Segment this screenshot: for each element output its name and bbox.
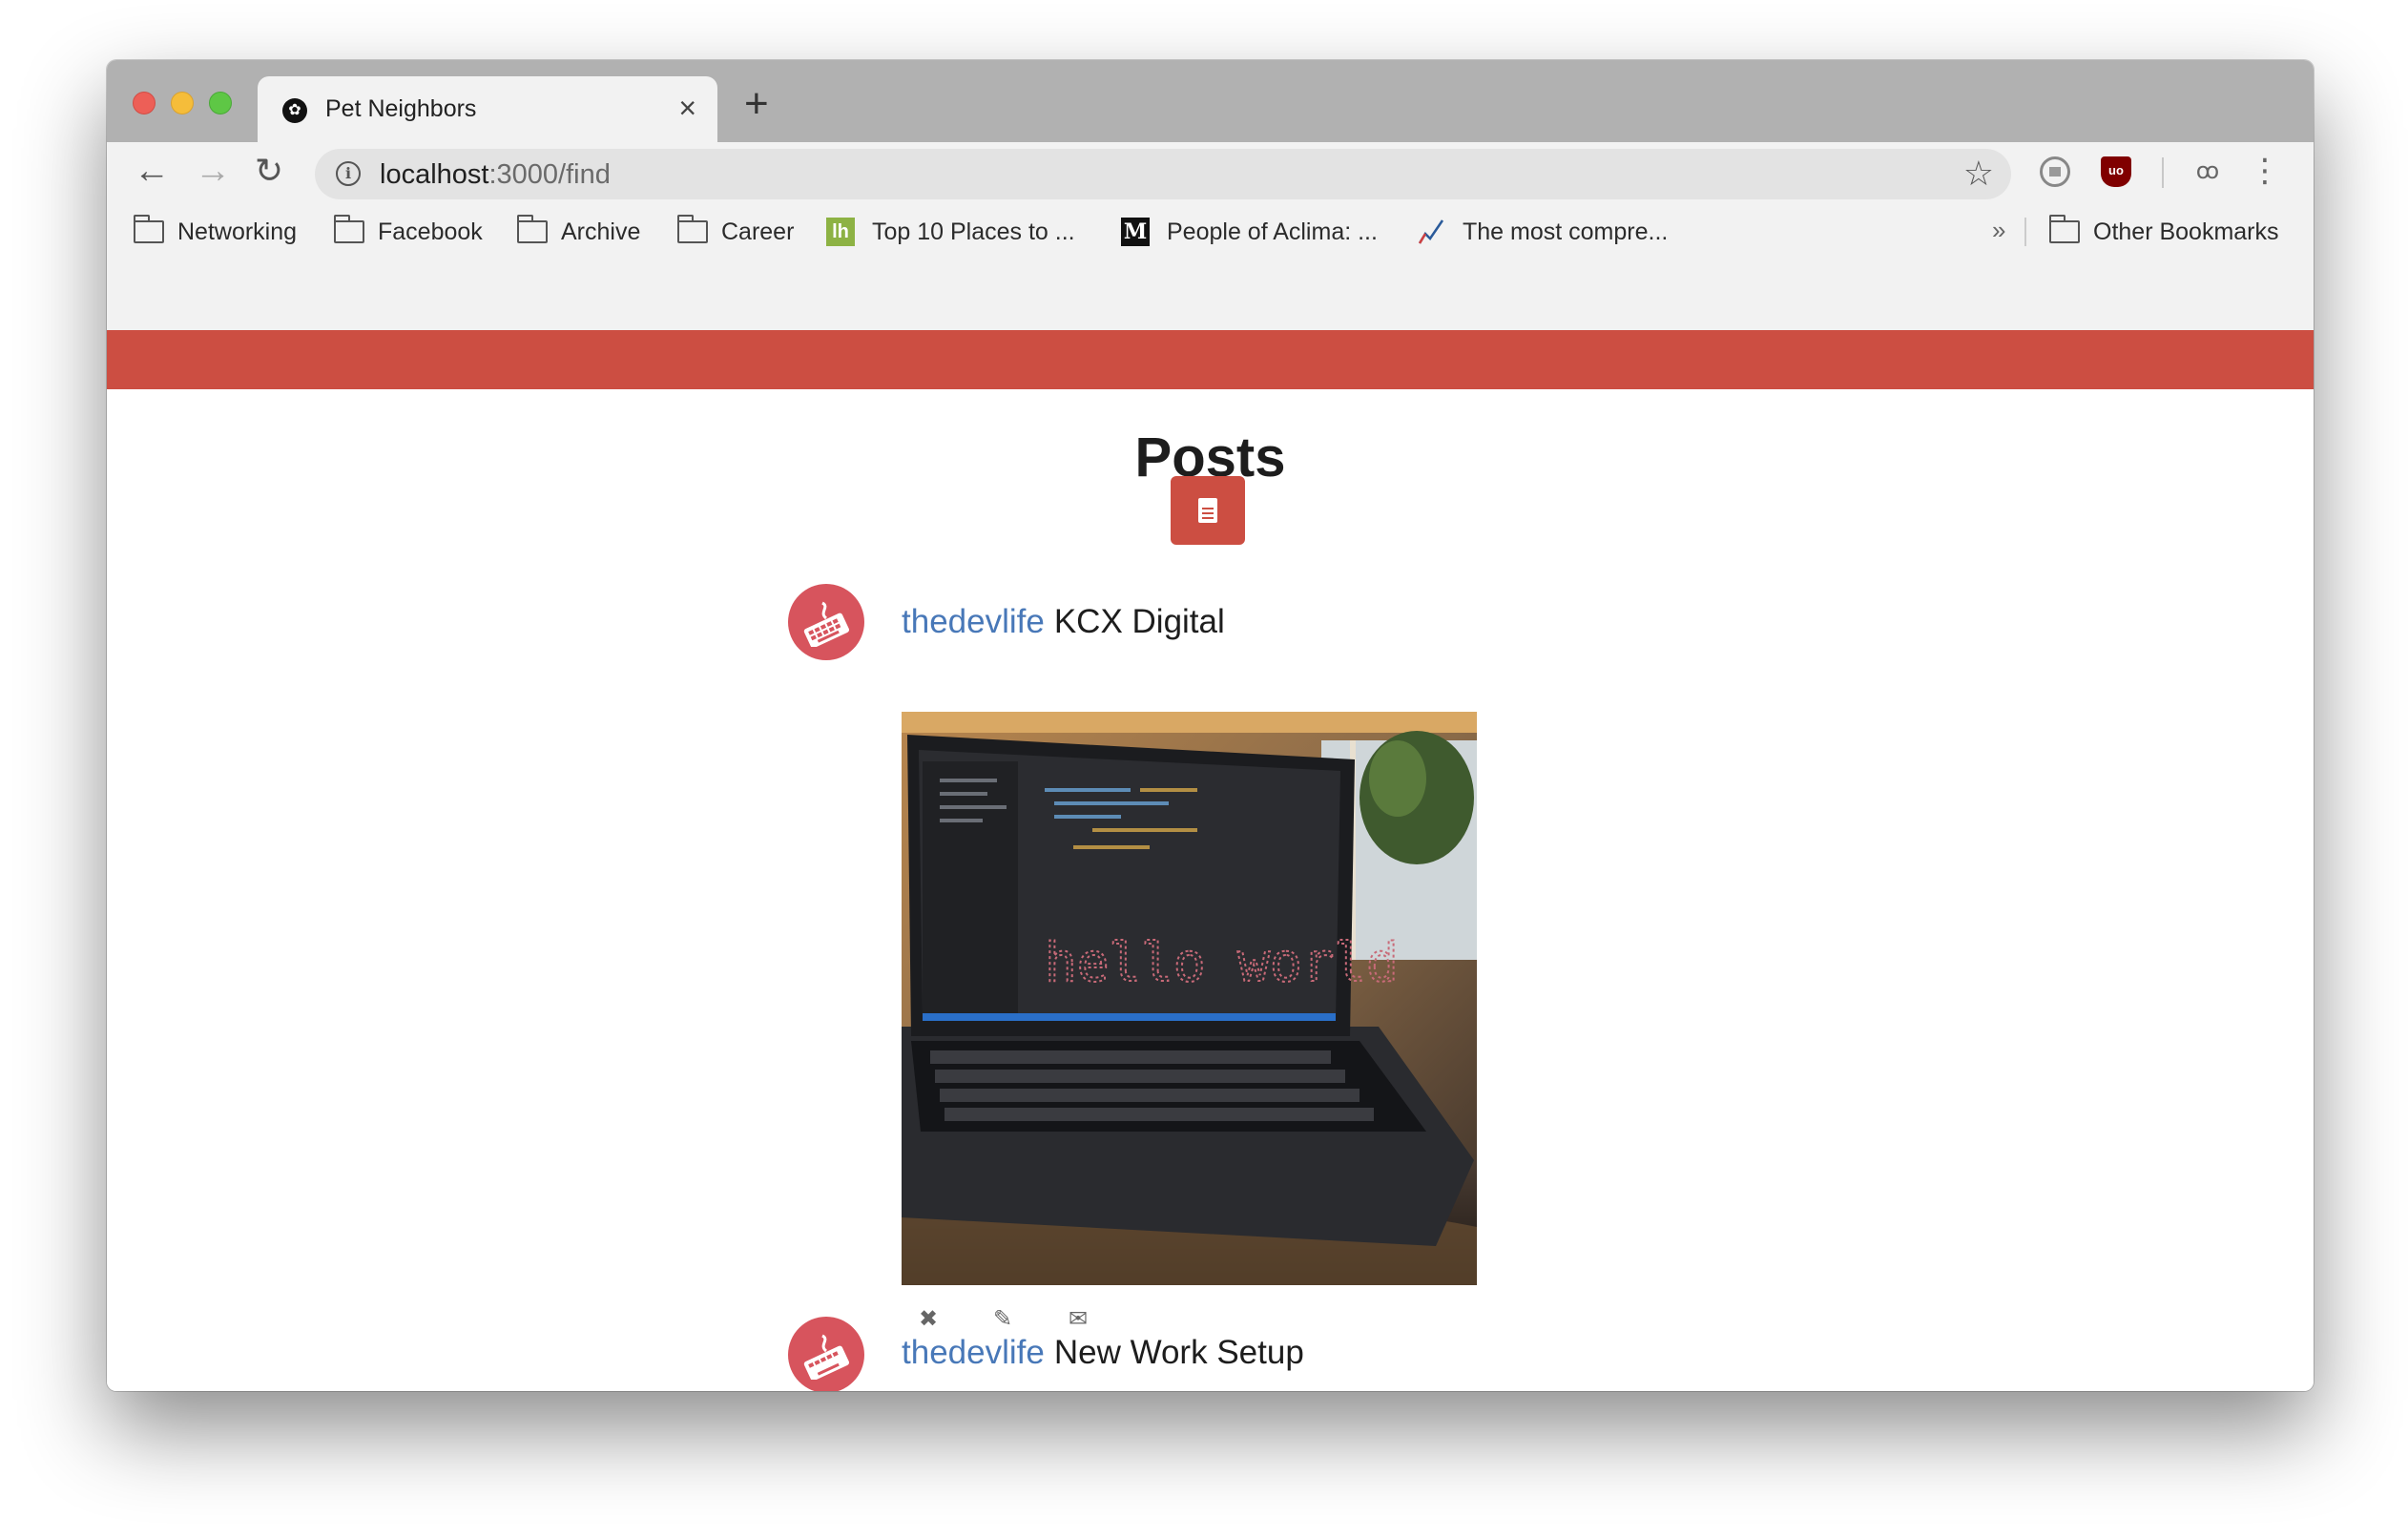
keyboard-icon — [803, 1334, 850, 1380]
bookmarks-divider — [2024, 218, 2026, 246]
folder-icon — [133, 215, 164, 243]
post-username-link[interactable]: thedevlife — [902, 1334, 1045, 1371]
bookmark-archive[interactable]: Archive — [516, 215, 640, 248]
bookmark-career[interactable]: Career — [676, 215, 794, 248]
browser-toolbar: ← → ↻ i localhost:3000/find ☆ uo ꝏ ⋮ — [107, 142, 2314, 202]
ublock-origin-icon[interactable]: uo — [2101, 156, 2131, 187]
close-tab-icon[interactable]: × — [678, 91, 696, 125]
minimize-window-button[interactable] — [171, 92, 194, 114]
lh-icon: lh — [826, 218, 855, 246]
folder-icon — [516, 215, 548, 243]
chart-icon — [1418, 219, 1444, 244]
post-header: thedevlife KCX Digital — [902, 603, 1225, 641]
back-icon[interactable]: ← — [134, 152, 170, 190]
maximize-window-button[interactable] — [209, 92, 232, 114]
close-window-button[interactable] — [133, 92, 156, 114]
other-bookmarks[interactable]: Other Bookmarks — [2048, 215, 2279, 248]
screen-text: hello world — [1045, 932, 1399, 994]
bookmarks-overflow-icon[interactable]: » — [1992, 216, 2005, 245]
tab-strip: ✿ Pet Neighbors × + — [107, 60, 2314, 142]
bookmark-networking[interactable]: Networking — [133, 215, 297, 248]
avatar[interactable] — [788, 1317, 864, 1391]
edit-icon[interactable]: ✎ — [993, 1305, 1012, 1334]
new-post-button[interactable] — [1171, 476, 1245, 545]
tab-pet-neighbors[interactable]: ✿ Pet Neighbors × — [258, 76, 717, 142]
reload-icon[interactable]: ↻ — [255, 152, 283, 190]
page-content: Posts thedevlife KCX Digital hello world… — [107, 330, 2314, 1391]
incognito-icon[interactable]: ꝏ — [2192, 156, 2223, 187]
bookmark-people-of-aclima[interactable]: M People of Aclima: ... — [1121, 216, 1378, 248]
browser-window: ✿ Pet Neighbors × + ← → ↻ i localhost:30… — [107, 60, 2314, 1391]
folder-icon — [676, 215, 708, 243]
top-nav-bar — [107, 330, 2314, 389]
url-text[interactable]: localhost:3000/find — [380, 159, 611, 191]
toolbar-separator — [2162, 157, 2164, 188]
extension-screenshot-icon[interactable] — [2040, 156, 2070, 187]
bookmark-star-icon[interactable]: ☆ — [1963, 155, 1994, 193]
folder-icon — [2048, 215, 2080, 243]
tab-title: Pet Neighbors — [325, 95, 477, 122]
favicon-icon: ✿ — [282, 98, 307, 123]
post-title: KCX Digital — [1053, 603, 1225, 640]
new-tab-button[interactable]: + — [744, 83, 769, 125]
post-image[interactable]: hello world — [902, 712, 1477, 1285]
delete-icon[interactable]: ✖ — [919, 1305, 938, 1334]
site-info-icon[interactable]: i — [336, 161, 361, 186]
forward-icon[interactable]: → — [195, 152, 231, 190]
bookmark-most-comprehensive[interactable]: The most compre... — [1417, 216, 1668, 248]
laptop-photo: hello world — [902, 712, 1477, 1285]
keyboard-icon — [803, 601, 850, 647]
address-bar[interactable]: i localhost:3000/find ☆ — [315, 149, 2011, 199]
browser-menu-icon[interactable]: ⋮ — [2249, 154, 2281, 188]
document-icon — [1198, 498, 1217, 523]
bookmark-top-10-places[interactable]: lh Top 10 Places to ... — [826, 216, 1075, 248]
bookmarks-bar: Networking Facebook Archive Career lh To… — [107, 202, 2314, 330]
post-header: thedevlife New Work Setup — [902, 1334, 1304, 1372]
post-username-link[interactable]: thedevlife — [902, 603, 1045, 640]
mail-icon[interactable]: ✉ — [1069, 1305, 1088, 1334]
post-title: New Work Setup — [1053, 1334, 1304, 1371]
medium-icon: M — [1121, 218, 1150, 246]
folder-icon — [333, 215, 364, 243]
bookmark-facebook[interactable]: Facebook — [333, 215, 483, 248]
avatar[interactable] — [788, 584, 864, 660]
